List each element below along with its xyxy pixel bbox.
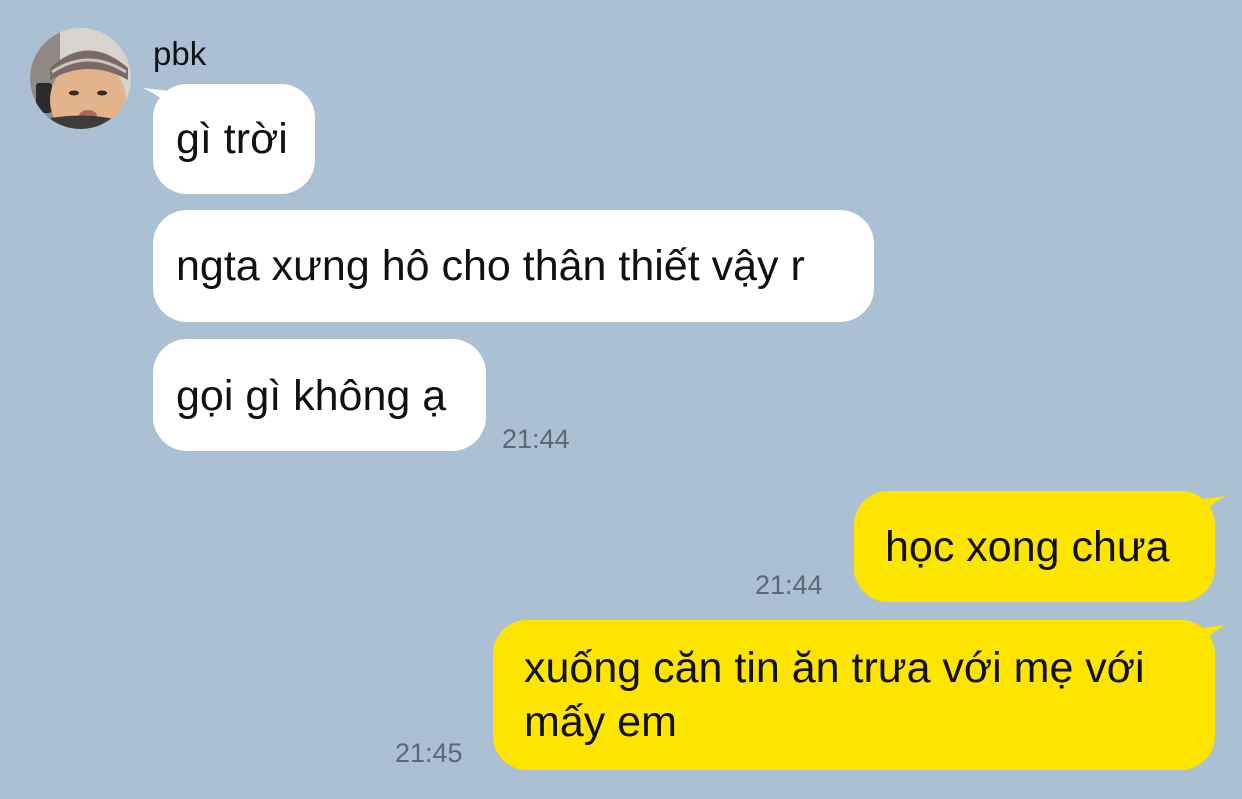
- profile-photo-icon: [30, 28, 131, 129]
- message-bubble-outgoing[interactable]: xuống căn tin ăn trưa với mẹ với mấy em: [493, 620, 1215, 770]
- message-bubble-incoming[interactable]: gì trời: [153, 84, 315, 194]
- message-timestamp: 21:45: [395, 738, 463, 768]
- message-text: ngta xưng hô cho thân thiết vậy r: [176, 242, 805, 290]
- avatar[interactable]: [30, 28, 131, 129]
- message-text: gọi gì không ạ: [176, 372, 447, 420]
- message-text: học xong chưa: [885, 523, 1170, 571]
- message-timestamp: 21:44: [502, 424, 570, 454]
- message-bubble-outgoing[interactable]: học xong chưa: [854, 491, 1215, 602]
- sender-name: pbk: [153, 35, 207, 72]
- message-timestamp: 21:44: [755, 570, 823, 600]
- message-text: gì trời: [176, 115, 288, 163]
- message-bubble-incoming[interactable]: gọi gì không ạ: [153, 339, 486, 451]
- message-bubble-incoming[interactable]: ngta xưng hô cho thân thiết vậy r: [153, 210, 874, 322]
- chat-thread[interactable]: pbk gì trời ngta xưng hô cho thân thiết …: [0, 0, 1242, 799]
- message-text: xuống căn tin ăn trưa với mẹ với mấy em: [524, 644, 1145, 746]
